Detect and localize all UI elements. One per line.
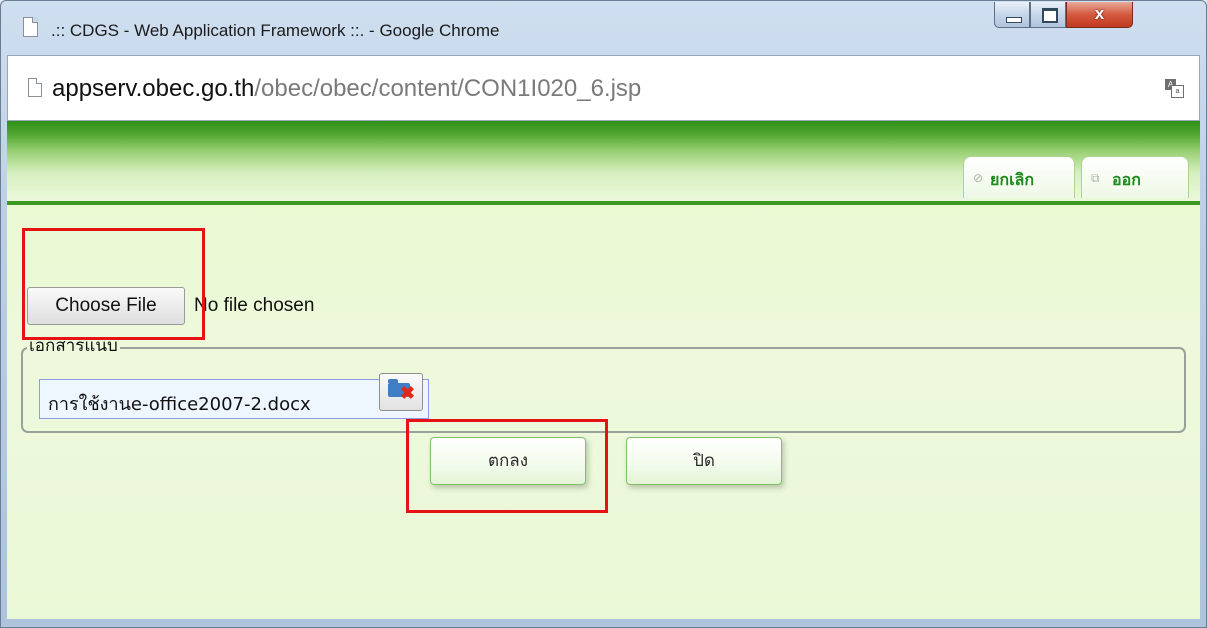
exit-tab-button[interactable]: ⧉ ออก [1081, 156, 1189, 198]
delete-x-icon: ✖ [400, 383, 416, 403]
cancel-label: ยกเลิก [990, 170, 1035, 189]
page-content: ⊘ ยกเลิก ⧉ ออก Choose File No file chose… [7, 121, 1200, 619]
minimize-icon [1006, 17, 1022, 23]
close-window-button[interactable]: x [1066, 2, 1133, 28]
translate-glyph-b: a [1171, 85, 1184, 98]
url-host: appserv.obec.go.th [52, 75, 255, 102]
delete-attachment-button[interactable]: ✖ [379, 373, 423, 411]
address-bar[interactable]: appserv.obec.go.th/obec/obec/content/CON… [7, 55, 1200, 121]
attachment-filename: การใช้งานe-office2007-2.docx [48, 394, 311, 415]
close-icon: x [1094, 4, 1105, 23]
minimize-button[interactable] [994, 2, 1030, 28]
translate-icon[interactable]: A a [1165, 79, 1184, 98]
url-text: appserv.obec.go.th/obec/obec/content/CON… [52, 75, 641, 103]
highlight-box-ok [406, 419, 608, 513]
page-icon [28, 78, 42, 97]
url-path: /obec/obec/content/CON1I020_6.jsp [254, 75, 642, 102]
attachment-field[interactable]: การใช้งานe-office2007-2.docx [39, 379, 429, 419]
window-title: .:: CDGS - Web Application Framework ::.… [51, 21, 500, 40]
maximize-button[interactable] [1030, 2, 1066, 28]
exit-icon: ⧉ [1091, 171, 1100, 185]
exit-label: ออก [1112, 170, 1141, 189]
cancel-tab-button[interactable]: ⊘ ยกเลิก [963, 156, 1075, 198]
app-header: ⊘ ยกเลิก ⧉ ออก [7, 121, 1200, 205]
maximize-icon [1042, 8, 1058, 23]
cancel-icon: ⊘ [973, 171, 984, 185]
title-bar[interactable]: .:: CDGS - Web Application Framework ::.… [1, 1, 1206, 53]
file-status-text: No file chosen [194, 295, 315, 316]
close-button[interactable]: ปิด [626, 437, 782, 485]
highlight-box-choose-file [22, 228, 205, 340]
page-icon [23, 17, 38, 37]
